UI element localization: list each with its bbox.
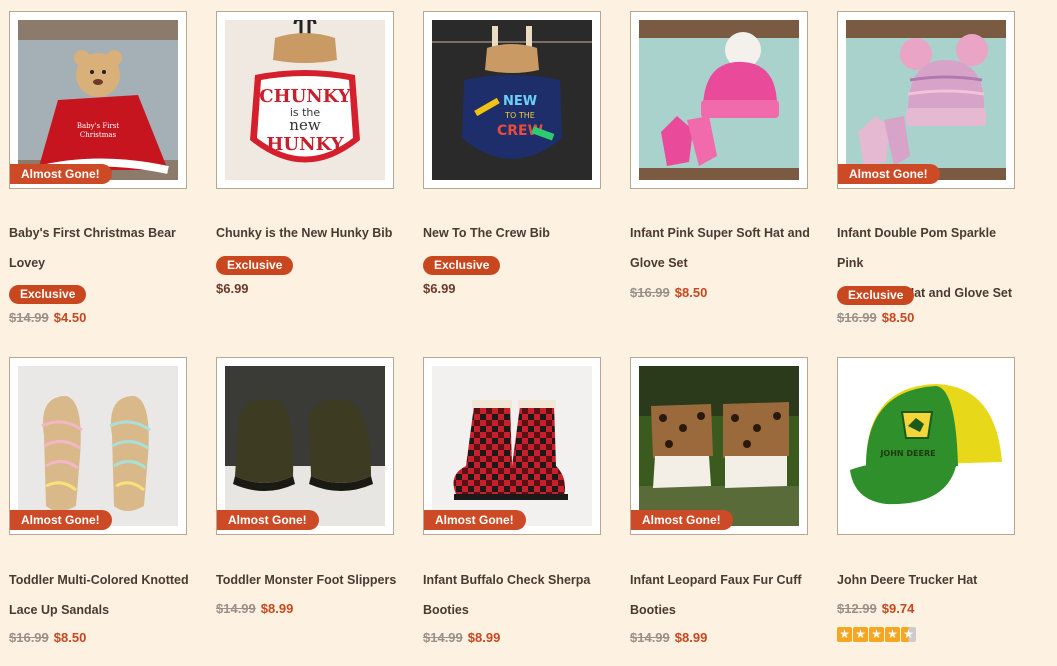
chunky-bib-image: CHUNKY is the new HUNKY xyxy=(225,20,385,180)
exclusive-badge: Exclusive xyxy=(9,285,87,304)
product-card[interactable]: Almost Gone! Infant Leopard Faux Fur Cuf… xyxy=(621,346,821,666)
product-price: $6.99 xyxy=(216,281,249,296)
product-title[interactable]: Infant Pink Super Soft Hat and Glove Set xyxy=(630,218,815,278)
product-title[interactable]: Toddler Monster Foot Slippers xyxy=(216,565,401,595)
product-card[interactable]: CHUNKY is the new HUNKY Chunky is the Ne… xyxy=(207,0,407,340)
product-image[interactable]: Almost Gone! xyxy=(837,11,1015,189)
almost-gone-badge: Almost Gone! xyxy=(631,510,733,530)
bear-lovey-image: Baby's First Christmas xyxy=(18,20,178,180)
product-image[interactable]: Almost Gone! xyxy=(216,357,394,535)
product-image[interactable]: CHUNKY is the new HUNKY xyxy=(216,11,394,189)
svg-text:CHUNKY: CHUNKY xyxy=(259,86,352,107)
product-price: $14.99 $4.50 xyxy=(9,310,87,325)
almost-gone-badge: Almost Gone! xyxy=(217,510,319,530)
almost-gone-badge: Almost Gone! xyxy=(10,510,112,530)
svg-text:HUNKY: HUNKY xyxy=(266,134,344,155)
product-card[interactable]: Baby's First Christmas Almost Gone! Baby… xyxy=(0,0,200,340)
product-card[interactable]: Almost Gone! Toddler Monster Foot Slippe… xyxy=(207,346,407,666)
product-title[interactable]: New To The Crew Bib xyxy=(423,218,608,248)
product-title[interactable]: Chunky is the New Hunky Bib xyxy=(216,218,401,248)
product-image[interactable] xyxy=(630,11,808,189)
star-icon: ★ xyxy=(869,627,884,642)
svg-text:Baby's First: Baby's First xyxy=(77,122,120,130)
product-image[interactable]: Almost Gone! xyxy=(9,357,187,535)
exclusive-badge: Exclusive xyxy=(216,256,294,275)
product-image[interactable]: Almost Gone! xyxy=(423,357,601,535)
svg-text:Christmas: Christmas xyxy=(80,131,117,139)
product-title[interactable]: Infant Buffalo Check Sherpa Booties xyxy=(423,565,608,625)
star-icon: ★ xyxy=(837,627,852,642)
product-card[interactable]: Almost Gone! Infant Double Pom Sparkle P… xyxy=(828,0,1028,340)
crew-bib-image: NEW TO THE CREW xyxy=(432,20,592,180)
sandals-image xyxy=(18,366,178,526)
product-price: $16.99 $8.50 xyxy=(630,285,708,300)
svg-text:JOHN DEERE: JOHN DEERE xyxy=(879,449,935,458)
almost-gone-badge: Almost Gone! xyxy=(838,164,940,184)
pink-hat-image xyxy=(639,20,799,180)
product-price: $14.99 $8.99 xyxy=(216,601,294,616)
rating-stars: ★ ★ ★ ★ ★ xyxy=(837,627,916,642)
product-price: $6.99 xyxy=(423,281,456,296)
product-title[interactable]: Toddler Multi-Colored Knotted Lace Up Sa… xyxy=(9,565,194,625)
product-image[interactable]: NEW TO THE CREW xyxy=(423,11,601,189)
john-deere-hat-image: JOHN DEERE xyxy=(846,366,1006,526)
product-price: $14.99 $8.99 xyxy=(423,630,501,645)
exclusive-badge: Exclusive xyxy=(423,256,501,275)
product-price: $16.99 $8.50 xyxy=(9,630,87,645)
buffalo-booties-image xyxy=(432,366,592,526)
star-half-icon: ★ xyxy=(901,627,916,642)
slippers-image xyxy=(225,366,385,526)
svg-text:NEW: NEW xyxy=(503,94,537,109)
product-price: $16.99 $8.50 xyxy=(837,310,915,325)
product-card[interactable]: NEW TO THE CREW New To The Crew Bib Excl… xyxy=(414,0,614,340)
product-grid: Baby's First Christmas Almost Gone! Baby… xyxy=(0,0,1057,666)
almost-gone-badge: Almost Gone! xyxy=(424,510,526,530)
pom-hat-image xyxy=(846,20,1006,180)
product-title[interactable]: Infant Leopard Faux Fur Cuff Booties xyxy=(630,565,815,625)
exclusive-badge: Exclusive xyxy=(837,286,915,305)
product-card[interactable]: JOHN DEERE John Deere Trucker Hat $12.99… xyxy=(828,346,1028,666)
star-icon: ★ xyxy=(885,627,900,642)
almost-gone-badge: Almost Gone! xyxy=(10,164,112,184)
product-price: $12.99 $9.74 xyxy=(837,601,915,616)
product-card[interactable]: Infant Pink Super Soft Hat and Glove Set… xyxy=(621,0,821,340)
star-icon: ★ xyxy=(853,627,868,642)
leopard-booties-image xyxy=(639,366,799,526)
svg-text:TO THE: TO THE xyxy=(504,111,535,120)
product-title[interactable]: Baby's First Christmas Bear Lovey xyxy=(9,218,194,278)
product-image[interactable]: Baby's First Christmas Almost Gone! xyxy=(9,11,187,189)
svg-text:new: new xyxy=(289,116,321,134)
product-card[interactable]: Almost Gone! Toddler Multi-Colored Knott… xyxy=(0,346,200,666)
product-title[interactable]: John Deere Trucker Hat xyxy=(837,565,1022,595)
product-image[interactable]: JOHN DEERE xyxy=(837,357,1015,535)
product-image[interactable]: Almost Gone! xyxy=(630,357,808,535)
product-price: $14.99 $8.99 xyxy=(630,630,708,645)
product-card[interactable]: Almost Gone! Infant Buffalo Check Sherpa… xyxy=(414,346,614,666)
